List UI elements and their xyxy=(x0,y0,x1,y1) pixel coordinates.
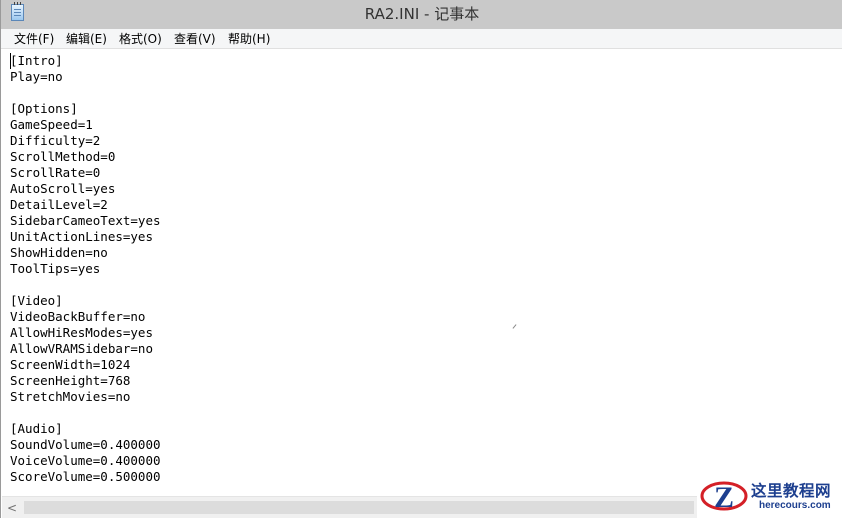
z-logo-icon: Z xyxy=(700,481,748,514)
text-editor[interactable]: [Intro] Play=no [Options] GameSpeed=1 Di… xyxy=(2,49,842,496)
menu-format[interactable]: 格式(O) xyxy=(117,31,164,47)
watermark: Z 这里教程网 herecours.com xyxy=(697,472,842,518)
scrollbar-thumb[interactable] xyxy=(24,501,694,514)
watermark-url-text: herecours.com xyxy=(759,500,831,511)
watermark-chinese-text: 这里教程网 xyxy=(751,481,832,500)
menu-bar: 文件(F) 编辑(E) 格式(O) 查看(V) 帮助(H) xyxy=(1,29,842,49)
text-caret xyxy=(10,53,11,69)
menu-file[interactable]: 文件(F) xyxy=(12,31,56,47)
notepad-window: RA2.INI - 记事本 文件(F) 编辑(E) 格式(O) 查看(V) 帮助… xyxy=(0,0,842,518)
scroll-left-arrow-icon[interactable]: < xyxy=(5,501,19,515)
mouse-cursor-icon xyxy=(512,324,517,329)
svg-text:Z: Z xyxy=(714,481,734,514)
editor-content[interactable]: [Intro] Play=no [Options] GameSpeed=1 Di… xyxy=(10,53,161,485)
title-bar[interactable]: RA2.INI - 记事本 xyxy=(1,0,842,29)
menu-edit[interactable]: 编辑(E) xyxy=(64,31,109,47)
menu-help[interactable]: 帮助(H) xyxy=(226,31,272,47)
window-title: RA2.INI - 记事本 xyxy=(364,5,480,23)
menu-view[interactable]: 查看(V) xyxy=(172,31,218,47)
